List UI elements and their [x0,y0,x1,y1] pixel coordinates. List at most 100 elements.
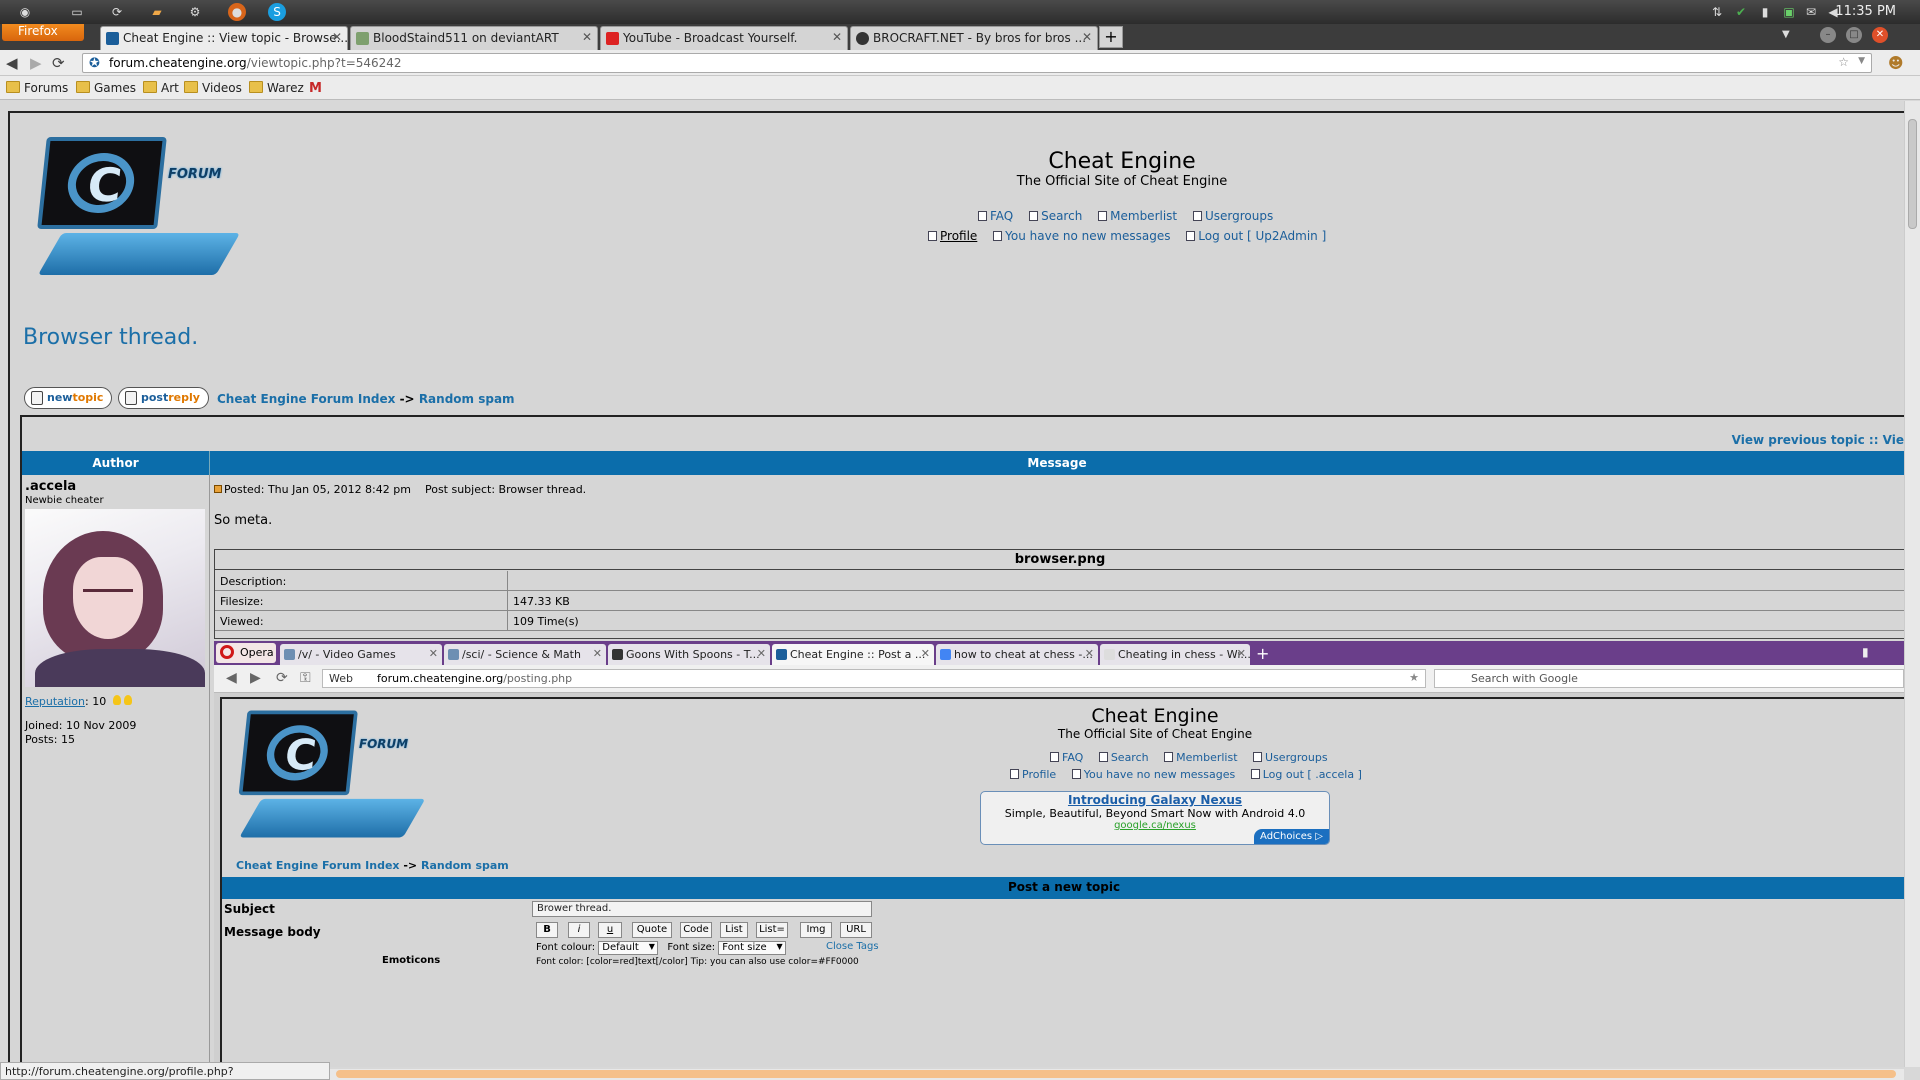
status-ok-icon[interactable]: ✔ [1732,3,1750,21]
folder-icon [249,81,263,93]
tab-favicon-icon [284,649,295,660]
breadcrumb-random-spam[interactable]: Random spam [419,392,515,406]
opera-tab[interactable]: Cheating in chess - Wi... ✕ [1100,644,1250,665]
breadcrumb-forum-index[interactable]: Cheat Engine Forum Index [217,392,395,406]
clock[interactable]: 11:35 PM [1835,4,1896,19]
profile-icon [1010,769,1019,779]
opera-menu-button[interactable]: Opera [216,643,276,663]
post-icon[interactable] [214,485,222,493]
back-arrow-icon[interactable]: ◀ [6,54,18,72]
reload-icon[interactable]: ⟳ [52,54,65,72]
memberlist-link[interactable]: Memberlist [1098,209,1177,223]
forward-arrow-icon[interactable]: ▶ [250,670,261,686]
opera-search-input[interactable]: Search with Google [1434,669,1904,688]
author-stats: Joined: 10 Nov 2009 Posts: 15 [25,719,136,747]
bookmark-games[interactable]: Games [76,81,136,95]
close-window-icon[interactable]: ✕ [1872,27,1888,43]
attached-screenshot[interactable]: Opera /v/ - Video Games ✕ /sci/ - Science… [214,641,1904,1067]
bookmark-star-icon[interactable]: ☆ [1838,55,1849,69]
bookmark-forums[interactable]: Forums [6,81,68,95]
browser-tab-brocraft[interactable]: BROCRAFT.NET - By bros for bros ... ✕ [850,26,1098,50]
opera-address-bar[interactable]: Web forum.cheatengine.org/posting.php ★ [322,669,1426,688]
font-size-select: Font size [718,941,786,955]
logout-link[interactable]: Log out [ Up2Admin ] [1186,229,1326,243]
desktop-icon[interactable]: ▭ [68,3,86,21]
address-bar[interactable]: ✪ forum.cheatengine.org/viewtopic.php?t=… [82,53,1872,73]
opera-tab[interactable]: /sci/ - Science & Math ✕ [444,644,606,665]
bookmark-warez[interactable]: Warez [249,81,304,95]
forward-arrow-icon[interactable]: ▶ [30,54,42,72]
bookmark-videos[interactable]: Videos [184,81,242,95]
site-title: Cheat Engine [1048,149,1196,174]
update-icon[interactable]: ⟳ [108,3,126,21]
new-tab-button[interactable]: + [1099,26,1123,48]
url-host: forum.cheatengine.org [109,56,247,70]
folder-icon[interactable]: ▰ [148,3,166,21]
mail-icon[interactable]: ✉ [1802,3,1820,21]
skype-icon[interactable]: S [268,3,286,21]
usergroups-link: Usergroups [1253,751,1328,764]
addon-icon[interactable]: ☻ [1888,54,1904,72]
post-new-topic-header: Post a new topic [222,877,1904,899]
attachment-box: browser.png Description: Filesize: 147.33… [214,549,1904,639]
memberlist-icon [1098,211,1108,221]
browser-tab-deviantart[interactable]: BloodStaind511 on deviantART ✕ [350,26,598,50]
faq-link[interactable]: FAQ [978,209,1013,223]
firefox-menu-button[interactable]: Firefox [2,24,84,41]
steam-icon[interactable]: ⚙ [186,3,204,21]
gmail-icon[interactable]: M [309,81,322,96]
laptop-base [37,233,241,275]
messages-link[interactable]: You have no new messages [993,229,1170,243]
code-button: Code [680,922,712,938]
post-reply-button[interactable]: postreply [118,387,209,409]
monitor-icon[interactable]: ▣ [1780,3,1798,21]
previous-topic-link[interactable]: View previous topic :: Vie [1732,433,1904,447]
signal-icon[interactable]: ▮ [1756,3,1774,21]
browser-tab-youtube[interactable]: YouTube - Broadcast Yourself. ✕ [600,26,848,50]
messages-icon [1071,769,1081,779]
bookmark-star-icon[interactable]: ★ [1409,671,1419,684]
reload-icon[interactable]: ⟳ [276,670,288,686]
usergroups-link[interactable]: Usergroups [1192,209,1273,223]
search-link[interactable]: Search [1029,209,1082,223]
author-rank: Newbie cheater [25,495,104,506]
reputation-link[interactable]: Reputation [25,695,85,708]
opera-trash-icon[interactable]: ▮ [1862,645,1869,659]
opera-tab[interactable]: how to cheat at chess -... ✕ [936,644,1098,665]
close-tab-icon[interactable]: ✕ [832,30,842,44]
maximize-icon[interactable]: □ [1846,27,1862,43]
opera-tab[interactable]: Cheat Engine :: Post a ... ✕ [772,644,934,665]
scrollbar-thumb[interactable] [336,1070,1896,1078]
topic-title[interactable]: Browser thread. [23,325,198,350]
author-name[interactable]: .accela [25,479,76,494]
key-icon[interactable]: ⚿ [300,670,311,686]
back-arrow-icon[interactable]: ◀ [226,670,237,686]
tab-list-chevron-icon[interactable]: ▼ [1782,29,1790,40]
scrollbar-thumb[interactable] [1908,119,1917,229]
usergroups-icon [1192,211,1202,221]
opera-new-tab-icon[interactable]: + [1256,644,1269,663]
network-icon[interactable]: ⇅ [1708,3,1726,21]
firefox-launcher-icon[interactable]: ● [228,3,246,21]
vertical-scrollbar[interactable] [1904,101,1920,1067]
close-tab-icon[interactable]: ✕ [332,30,342,44]
dropdown-icon[interactable]: ▼ [1858,56,1865,66]
post-body: So meta. [214,513,273,528]
ubuntu-logo-icon[interactable]: ◉ [16,3,34,21]
horizontal-scrollbar[interactable] [330,1069,1904,1080]
browser-tab-cheat-engine[interactable]: Cheat Engine :: View topic - Browse... ✕ [100,26,348,50]
tab-strip: Firefox Cheat Engine :: View topic - Bro… [0,24,1920,50]
site-identity-icon[interactable]: ✪ [89,56,100,71]
forum-logo[interactable]: C FORUM [30,131,241,281]
minimize-icon[interactable]: – [1820,27,1836,43]
message-panel: Posted: Thu Jan 05, 2012 8:42 pm Post su… [212,475,1904,1067]
opera-tab[interactable]: /v/ - Video Games ✕ [280,644,442,665]
close-tab-icon[interactable]: ✕ [582,30,592,44]
bookmark-art[interactable]: Art [143,81,179,95]
profile-icon [928,231,937,241]
opera-tab[interactable]: Goons With Spoons - T... ✕ [608,644,770,665]
font-options: Font colour: Default Font size: Font siz… [536,941,786,955]
close-tab-icon[interactable]: ✕ [1082,30,1092,44]
new-topic-button[interactable]: newtopic [24,387,113,409]
profile-link[interactable]: Profile [928,229,977,243]
